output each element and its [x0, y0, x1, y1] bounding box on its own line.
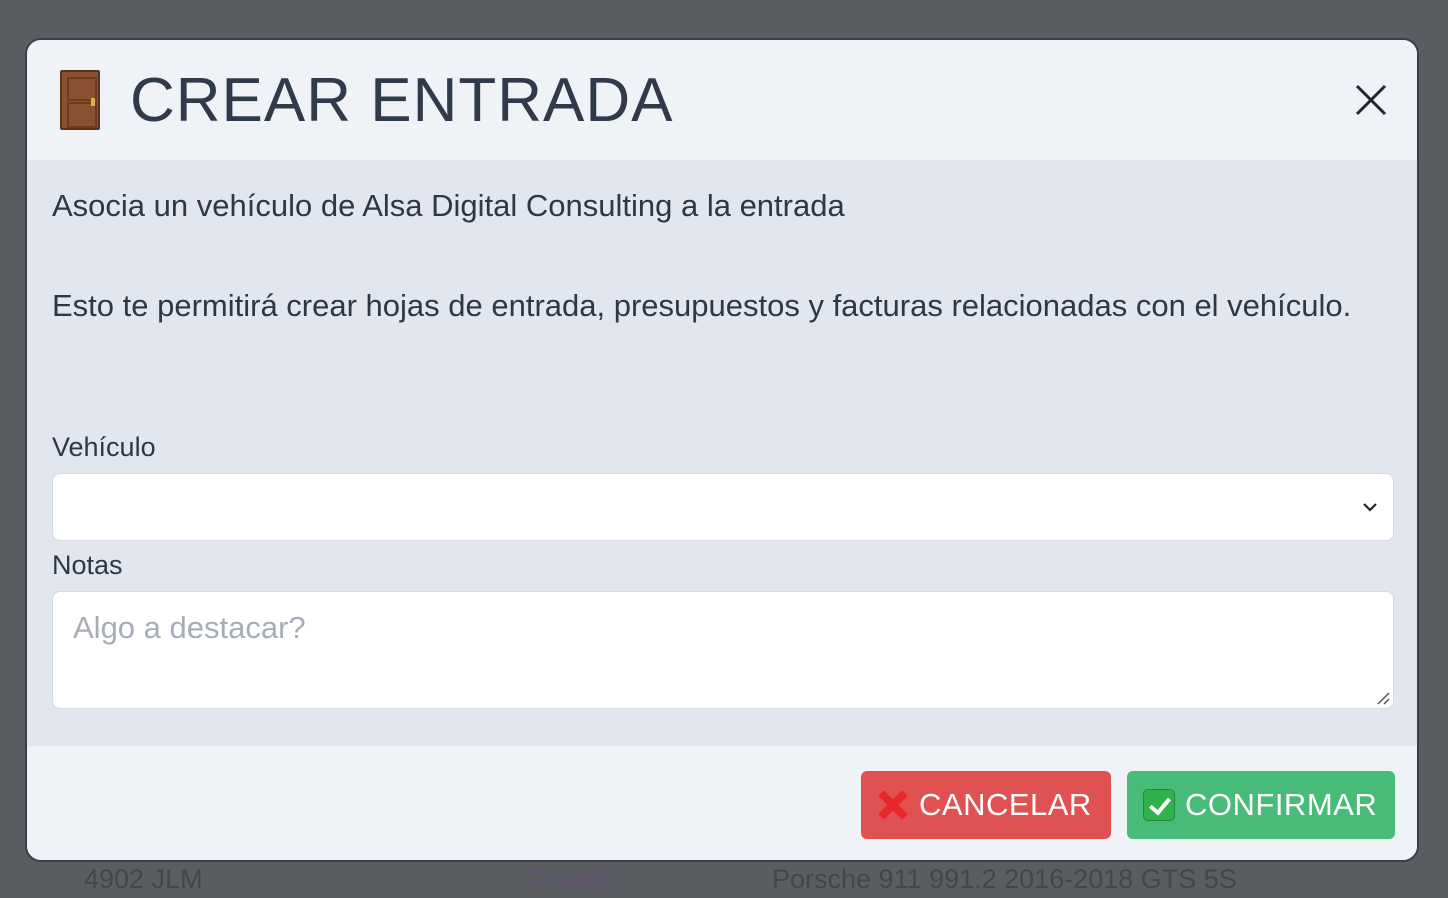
description-text: Esto te permitirá crear hojas de entrada… [52, 288, 1352, 323]
background-status: Creado [528, 864, 617, 894]
vehicle-label: Vehículo [52, 432, 156, 462]
close-icon [1355, 84, 1387, 116]
vehicle-select[interactable] [52, 473, 1394, 541]
notes-placeholder: Algo a destacar? [73, 610, 306, 645]
notes-textarea[interactable]: Algo a destacar? [52, 591, 1394, 709]
cross-mark-icon [877, 789, 909, 821]
intro-text: Asocia un vehículo de Alsa Digital Consu… [52, 188, 845, 223]
door-icon [60, 70, 100, 130]
background-table-row: 4902 JLM Creado Porsche 911 991.2 2016-2… [0, 862, 1448, 898]
background-vehicle: Porsche 911 991.2 2016-2018 GTS 5S [772, 864, 1237, 894]
modal-header: CREAR ENTRADA [27, 40, 1417, 160]
modal-body: Asocia un vehículo de Alsa Digital Consu… [27, 160, 1417, 746]
notes-label: Notas [52, 550, 123, 580]
modal-title: CREAR ENTRADA [130, 65, 674, 135]
cancel-label: CANCELAR [919, 787, 1092, 822]
close-button[interactable] [1351, 80, 1391, 120]
resize-handle-icon[interactable] [1375, 690, 1391, 706]
create-entry-modal: CREAR ENTRADA Asocia un vehículo de Alsa… [25, 38, 1419, 862]
cancel-button[interactable]: CANCELAR [861, 771, 1111, 839]
check-mark-icon [1143, 789, 1175, 821]
confirm-button[interactable]: CONFIRMAR [1127, 771, 1395, 839]
confirm-label: CONFIRMAR [1185, 787, 1378, 822]
modal-footer: CANCELAR CONFIRMAR [27, 746, 1417, 860]
chevron-down-icon [1363, 503, 1377, 512]
background-plate: 4902 JLM [84, 864, 203, 894]
background-page [0, 0, 25, 898]
